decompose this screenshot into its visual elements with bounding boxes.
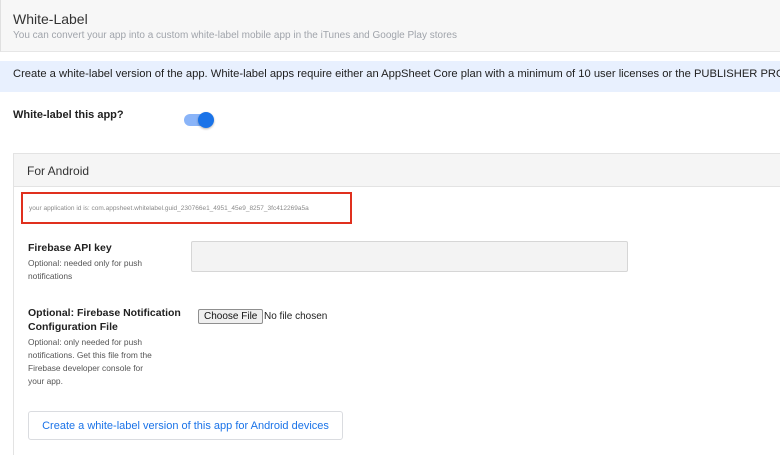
toggle-knob: [198, 112, 214, 128]
white-label-toggle[interactable]: [184, 112, 214, 128]
notification-file-label-1: Optional: Firebase Notification: [28, 307, 181, 319]
section-subtitle: You can convert your app into a custom w…: [13, 30, 457, 41]
section-title: White-Label: [13, 11, 88, 27]
firebase-api-key-help-2: notifications: [28, 271, 73, 281]
notification-file-help-1: Optional: only needed for push: [28, 337, 143, 347]
create-android-white-label-button[interactable]: Create a white-label version of this app…: [28, 411, 343, 440]
info-banner: Create a white-label version of the app.…: [0, 61, 780, 92]
notification-file-help-3: Firebase developer console for: [28, 363, 143, 373]
notification-file-label-2: Configuration File: [28, 321, 118, 333]
notification-file-help-2: notifications. Get this file from the: [28, 350, 152, 360]
application-id-text: your application id is: com.appsheet.whi…: [29, 205, 309, 212]
firebase-api-key-help-1: Optional: needed only for push: [28, 258, 143, 268]
firebase-api-key-label: Firebase API key: [28, 242, 112, 254]
android-panel-title: For Android: [27, 164, 90, 178]
application-id-highlight: your application id is: com.appsheet.whi…: [21, 192, 352, 224]
android-panel-header: For Android: [14, 154, 780, 187]
android-panel: For Android your application id is: com.…: [13, 153, 780, 455]
file-status-text: No file chosen: [264, 311, 328, 322]
firebase-api-key-input[interactable]: [191, 241, 628, 272]
white-label-toggle-label: White-label this app?: [13, 109, 124, 121]
notification-file-help-4: your app.: [28, 376, 63, 386]
section-header: White-Label You can convert your app int…: [0, 0, 780, 52]
choose-file-button[interactable]: Choose File: [198, 309, 264, 324]
